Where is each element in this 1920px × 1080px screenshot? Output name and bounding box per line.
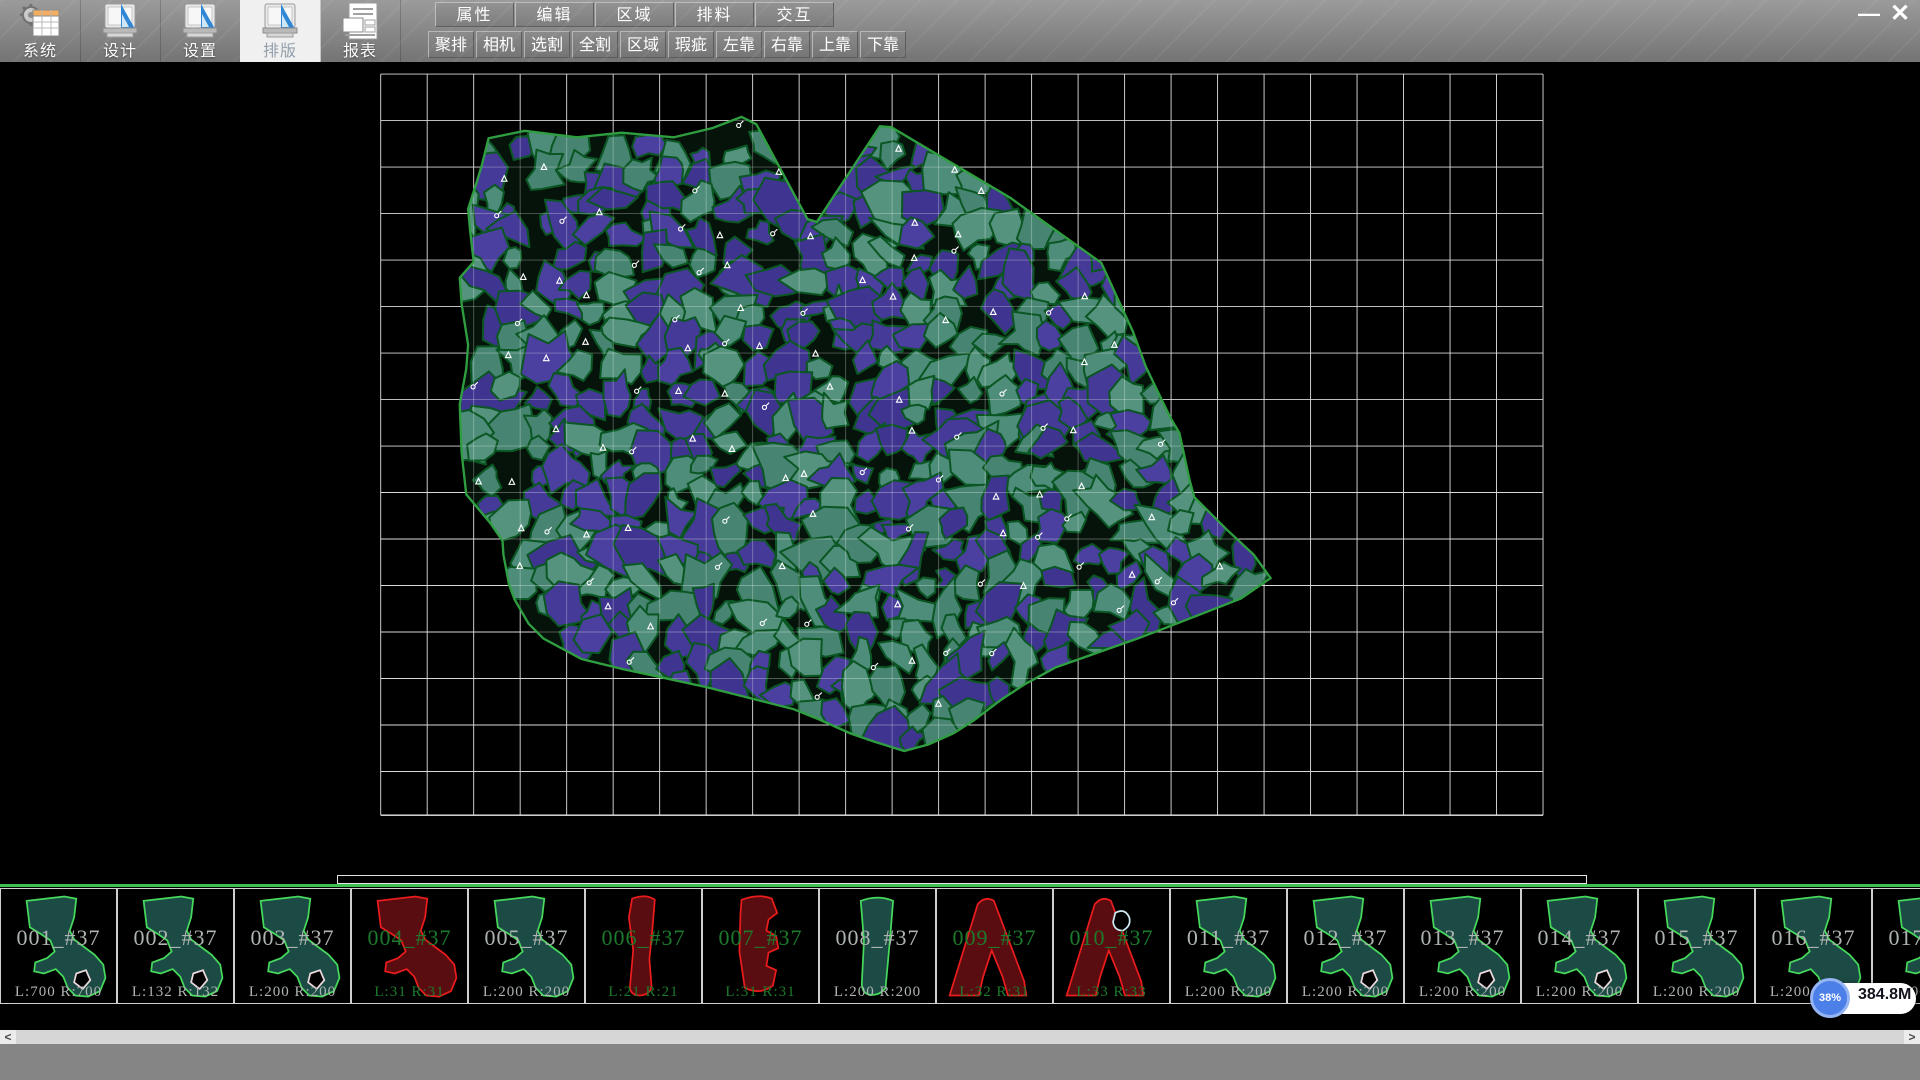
- tool-camera[interactable]: 相机: [476, 31, 522, 58]
- thumbnail-cell[interactable]: 011_#37 L:200 R:200: [1170, 888, 1287, 1004]
- thumbnail-cell[interactable]: 001_#37 L:700 R:700: [0, 888, 117, 1004]
- thumbnail-cell[interactable]: 009_#37 L:32 R:31: [936, 888, 1053, 1004]
- app-tab-label: 设置: [183, 43, 217, 61]
- window-controls: — ✕: [1854, 0, 1916, 28]
- thumbnail-cell[interactable]: 014_#37 L:200 R:200: [1521, 888, 1638, 1004]
- piece-shape: [1058, 891, 1166, 1001]
- memory-usage: 384.8M: [1858, 986, 1911, 1004]
- tool-region[interactable]: 区域: [620, 31, 666, 58]
- menu-tab-edit[interactable]: 编辑: [515, 2, 594, 27]
- tool-align-right[interactable]: 右靠: [764, 31, 810, 58]
- status-bar: [0, 1044, 1920, 1080]
- close-button[interactable]: ✕: [1884, 2, 1916, 26]
- piece-shape: [122, 891, 230, 1001]
- piece-shape: [590, 891, 698, 1001]
- scroll-left-arrow[interactable]: <: [0, 1030, 16, 1044]
- thumbnail-cell[interactable]: 008_#37 L:200 R:200: [819, 888, 936, 1004]
- tool-cut-all[interactable]: 全割: [572, 31, 618, 58]
- tool-align-bottom[interactable]: 下靠: [860, 31, 906, 58]
- canvas-area: [0, 62, 1920, 884]
- nesting-icon: [257, 2, 303, 42]
- app-tab-label: 设计: [103, 43, 137, 61]
- piece-shape: [1643, 891, 1751, 1001]
- thumbnail-cell[interactable]: 004_#37 L:31 R:31: [351, 888, 468, 1004]
- toolbar: 系统 设计: [0, 0, 1920, 62]
- piece-thumbnail-strip: 001_#37 L:700 R:700 002_#37 L:132 R:132 …: [0, 887, 1920, 1005]
- app-tab-settings[interactable]: 设置: [160, 0, 241, 62]
- thumbnail-cell[interactable]: 006_#37 L:21 R:21: [585, 888, 702, 1004]
- piece-shape: [941, 891, 1049, 1001]
- settings-icon: [177, 2, 223, 42]
- thumbnail-cell[interactable]: 012_#37 L:200 R:200: [1287, 888, 1404, 1004]
- piece-shape: [1292, 891, 1400, 1001]
- menu-tab-properties[interactable]: 属性: [435, 2, 514, 27]
- system-icon: [17, 2, 63, 42]
- app-tab-nesting[interactable]: 排版: [240, 0, 321, 62]
- tool-cut-selected[interactable]: 选割: [524, 31, 570, 58]
- thumbnail-cell[interactable]: 015_#37 L:200 R:200: [1638, 888, 1755, 1004]
- progress-percent: 38%: [1819, 992, 1841, 1004]
- app-tab-system[interactable]: 系统: [0, 0, 81, 62]
- tool-align-left[interactable]: 左靠: [716, 31, 762, 58]
- piece-shape: [5, 891, 113, 1001]
- piece-shape: [707, 891, 815, 1001]
- menu-tab-interaction[interactable]: 交互: [755, 2, 834, 27]
- piece-shape: [824, 891, 932, 1001]
- piece-shape: [239, 891, 347, 1001]
- minimize-button[interactable]: —: [1854, 3, 1884, 25]
- piece-shape: [1175, 891, 1283, 1001]
- app-window: 系统 设计: [0, 0, 1920, 1080]
- horizontal-scrollbar[interactable]: < >: [0, 1030, 1920, 1044]
- thumbnail-cell[interactable]: 013_#37 L:200 R:200: [1404, 888, 1521, 1004]
- piece-shape: [473, 891, 581, 1001]
- piece-shape: [356, 891, 464, 1001]
- piece-shape: [1526, 891, 1634, 1001]
- app-tab-label: 报表: [343, 43, 377, 61]
- thumbnail-cell[interactable]: 003_#37 L:200 R:200: [234, 888, 351, 1004]
- piece-shape: [1409, 891, 1517, 1001]
- nesting-canvas[interactable]: [0, 62, 1920, 884]
- tool-cluster-nest[interactable]: 聚排: [428, 31, 474, 58]
- app-tab-report[interactable]: 报表: [320, 0, 401, 62]
- scroll-right-arrow[interactable]: >: [1904, 1030, 1920, 1044]
- menu-tab-nesting[interactable]: 排料: [675, 2, 754, 27]
- tool-defect[interactable]: 瑕疵: [668, 31, 714, 58]
- design-icon: [97, 2, 143, 42]
- thumbnail-cell[interactable]: 005_#37 L:200 R:200: [468, 888, 585, 1004]
- progress-circle: 38%: [1810, 978, 1850, 1018]
- tool-align-top[interactable]: 上靠: [812, 31, 858, 58]
- menu-tab-region[interactable]: 区域: [595, 2, 674, 27]
- canvas-scrollbar[interactable]: [337, 875, 1587, 884]
- app-tab-label: 排版: [263, 43, 297, 61]
- thumbnail-cell[interactable]: 002_#37 L:132 R:132: [117, 888, 234, 1004]
- thumbnail-cell[interactable]: 007_#37 L:31 R:31: [702, 888, 819, 1004]
- app-tab-label: 系统: [23, 43, 57, 61]
- report-icon: [337, 2, 383, 42]
- app-tab-design[interactable]: 设计: [80, 0, 161, 62]
- thumbnail-cell[interactable]: 010_#37 L:33 R:33: [1053, 888, 1170, 1004]
